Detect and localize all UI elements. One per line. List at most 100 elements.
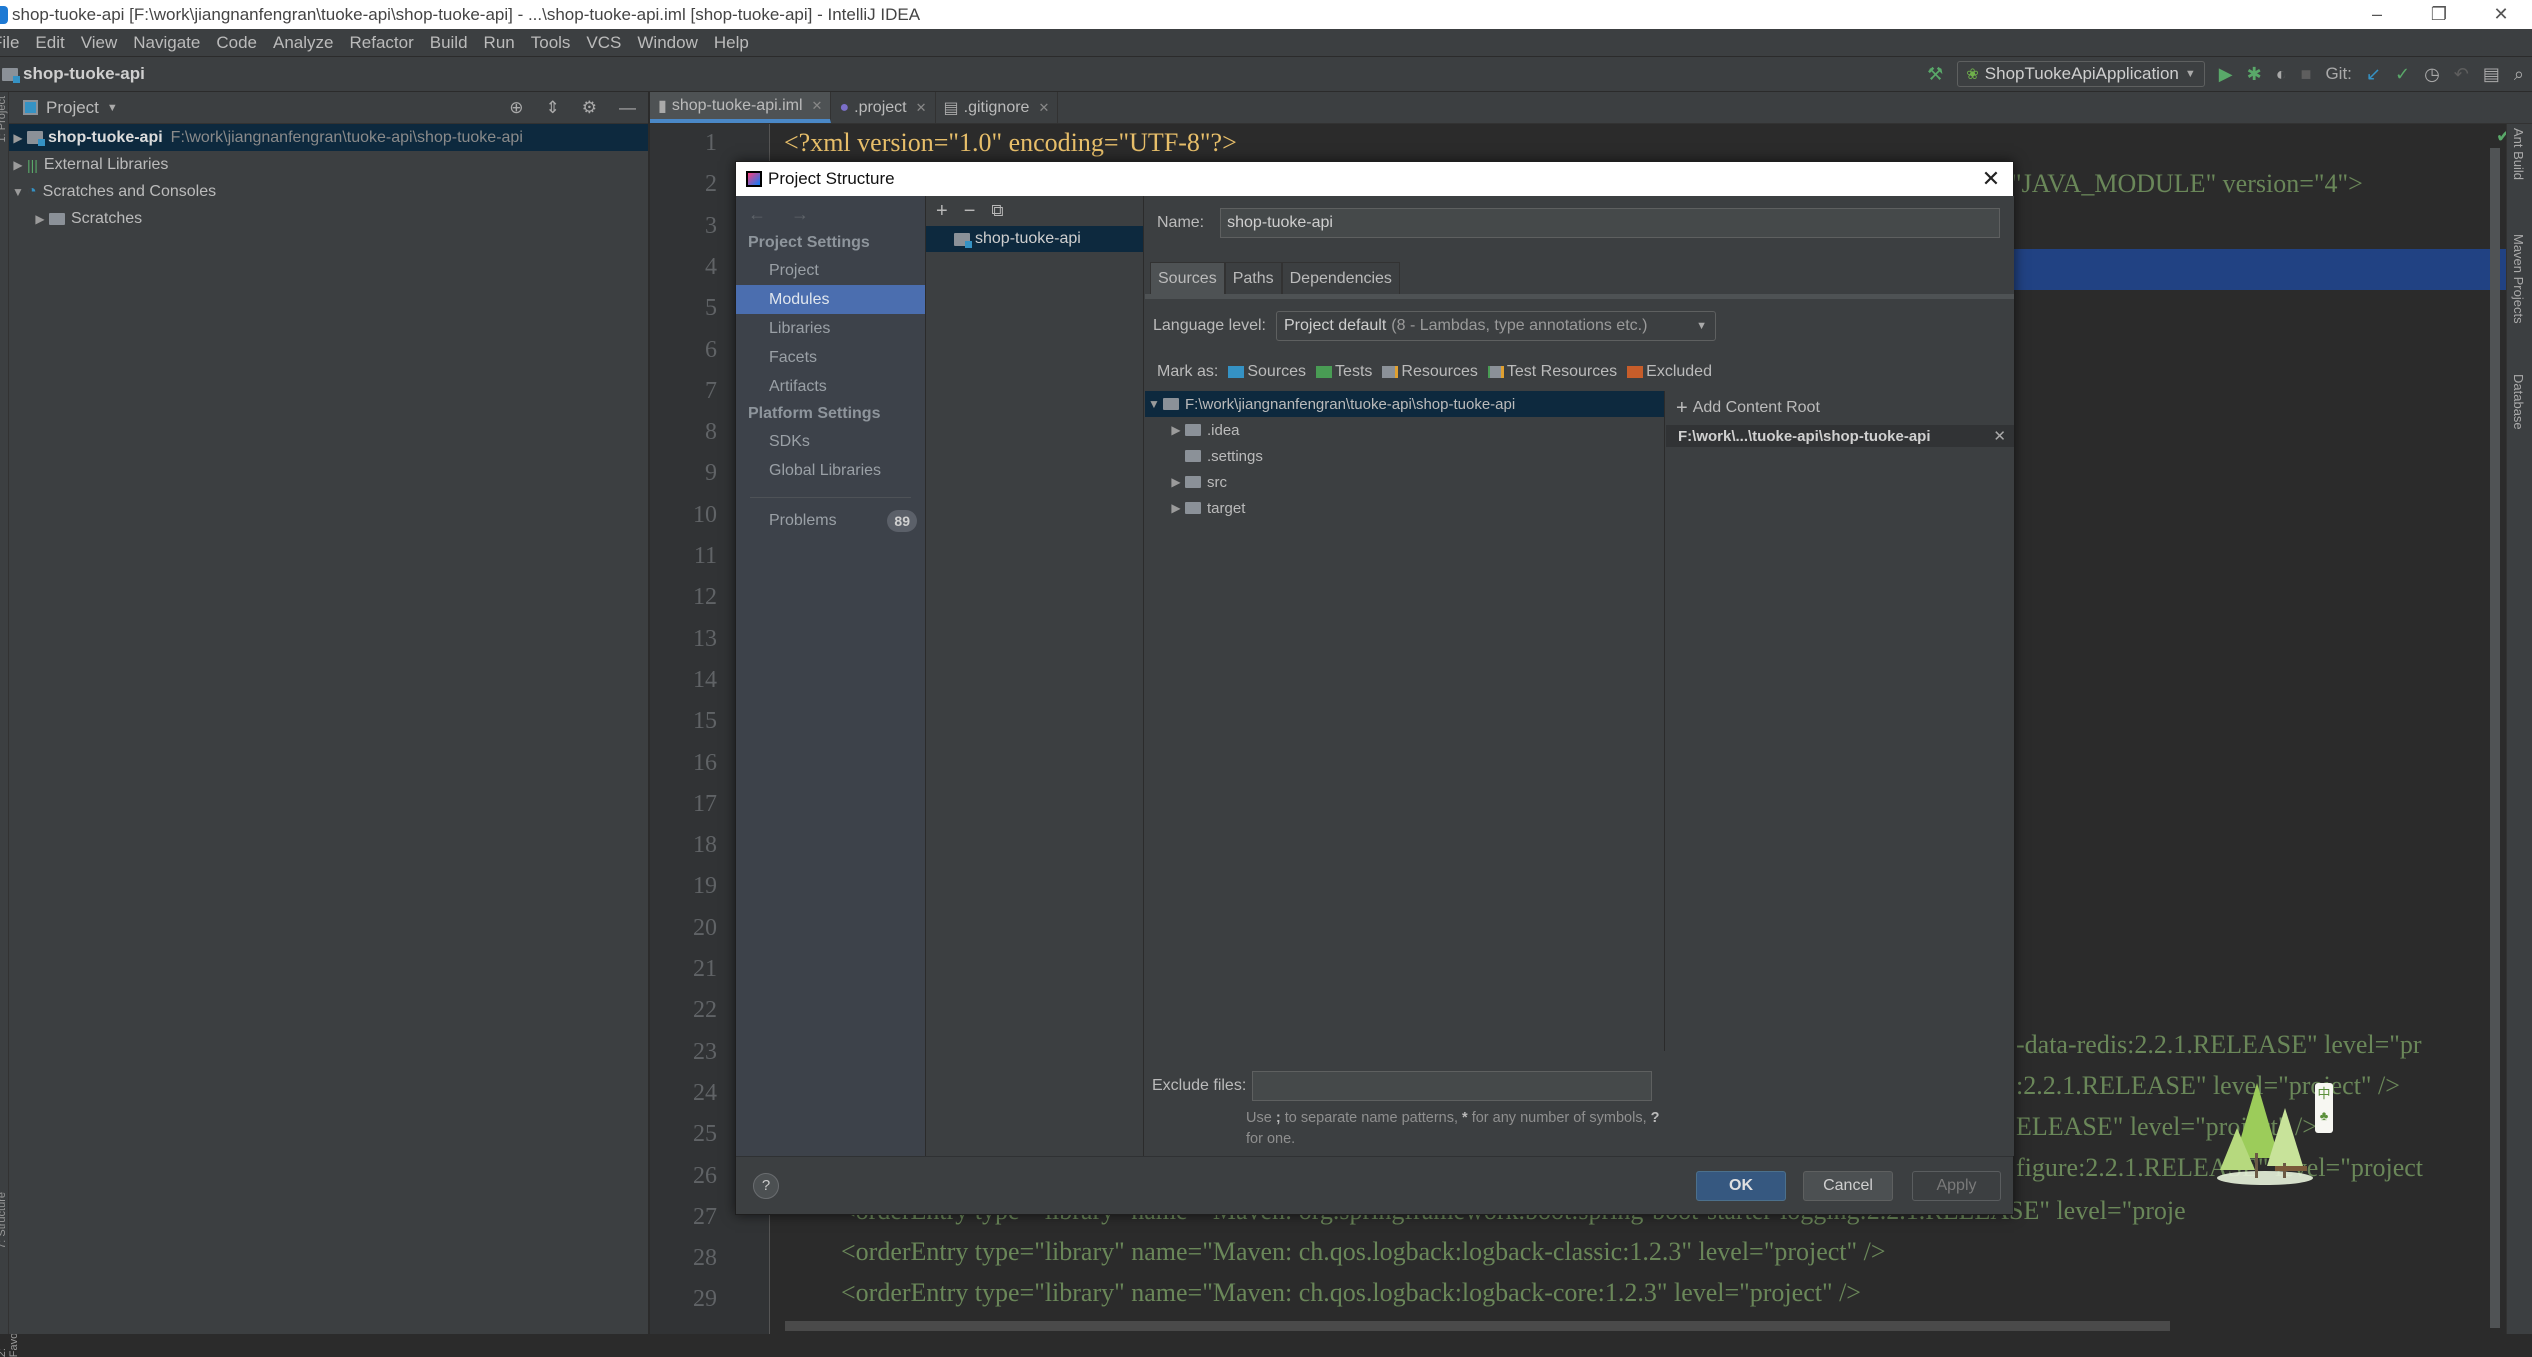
hammer-icon[interactable]: ⚒ — [1927, 65, 1943, 83]
structure-tool-window-button[interactable]: 7: Structure — [0, 1192, 8, 1249]
module-name-input[interactable] — [1220, 208, 2001, 238]
module-item-shop-tuoke-api[interactable]: shop-tuoke-api — [926, 226, 1143, 252]
editor-horizontal-scrollbar[interactable] — [785, 1321, 2170, 1331]
tree-item-scratches-and-consoles[interactable]: ▼ ◔ Scratches and Consoles — [9, 178, 648, 205]
sidebar-item-facets[interactable]: Facets — [736, 343, 925, 372]
project-view-selector[interactable]: Project — [46, 98, 99, 118]
search-icon[interactable]: ⌕ — [2514, 65, 2524, 83]
ant-build-tool-button[interactable]: Ant Build — [2511, 128, 2526, 180]
run-configuration-select[interactable]: ❀ ShopTuokeApiApplication ▼ — [1957, 61, 2205, 87]
cancel-button[interactable]: Cancel — [1803, 1171, 1893, 1201]
project-structure-icon[interactable]: ▤ — [2483, 65, 2500, 83]
menu-refactor[interactable]: Refactor — [349, 33, 413, 53]
menu-file[interactable]: File — [0, 33, 19, 53]
menu-code[interactable]: Code — [216, 33, 257, 53]
menu-tools[interactable]: Tools — [531, 33, 571, 53]
language-level-select[interactable]: Project default (8 - Lambdas, type annot… — [1275, 311, 1716, 341]
sidebar-item-problems[interactable]: Problems 89 — [736, 506, 925, 535]
help-button[interactable]: ? — [753, 1173, 779, 1199]
tab-dependencies[interactable]: Dependencies — [1281, 262, 1400, 294]
collapse-arrow-icon[interactable]: ▼ — [1145, 397, 1163, 411]
close-tab-icon[interactable]: ✕ — [1038, 100, 1049, 116]
database-tool-button[interactable]: Database — [2511, 374, 2526, 430]
expand-arrow-icon[interactable]: ▶ — [1167, 501, 1185, 515]
maximize-button[interactable]: ❐ — [2408, 4, 2470, 25]
expand-arrow-icon[interactable]: ▶ — [9, 158, 27, 172]
close-tab-icon[interactable]: ✕ — [916, 100, 927, 116]
collapse-arrow-icon[interactable]: ▼ — [9, 185, 27, 199]
tree-item-idea[interactable]: ▶ .idea — [1145, 417, 1664, 443]
sidebar-item-libraries[interactable]: Libraries — [736, 314, 925, 343]
content-root-item[interactable]: F:\work\...\tuoke-api\shop-tuoke-api ✕ — [1666, 425, 2014, 447]
collapse-all-icon[interactable]: ⇕ — [546, 98, 560, 118]
rollback-icon[interactable]: ↶ — [2454, 65, 2469, 83]
close-tab-icon[interactable]: ✕ — [812, 98, 823, 114]
sidebar-item-artifacts[interactable]: Artifacts — [736, 372, 925, 401]
chevron-down-icon[interactable]: ▼ — [107, 102, 118, 114]
tree-item-target[interactable]: ▶ target — [1145, 495, 1664, 521]
sidebar-item-sdks[interactable]: SDKs — [736, 427, 925, 456]
tab-project[interactable]: ● .project ✕ — [831, 92, 936, 123]
copy-module-button[interactable]: ⧉ — [991, 201, 1003, 221]
run-icon[interactable]: ▶ — [2219, 65, 2233, 83]
tab-shop-tuoke-api-iml[interactable]: ▮ shop-tuoke-api.iml ✕ — [650, 92, 832, 123]
sidebar-item-project[interactable]: Project — [736, 256, 925, 285]
desktop-mascot-trees[interactable] — [2215, 1078, 2315, 1188]
apply-button[interactable]: Apply — [1912, 1171, 2001, 1201]
menu-analyze[interactable]: Analyze — [273, 33, 333, 53]
expand-arrow-icon[interactable]: ▶ — [1167, 475, 1185, 489]
breadcrumb-project[interactable]: shop-tuoke-api — [23, 64, 145, 84]
forward-arrow-icon[interactable]: → — [791, 204, 819, 224]
sidebar-item-global-libraries[interactable]: Global Libraries — [736, 456, 925, 485]
expand-arrow-icon[interactable]: ▶ — [1167, 423, 1185, 437]
tab-gitignore[interactable]: ▤ .gitignore ✕ — [936, 92, 1059, 123]
mark-as-test-resources-button[interactable]: Test Resources — [1487, 363, 1617, 381]
expand-arrow-icon[interactable]: ▶ — [9, 131, 27, 145]
mark-as-tests-button[interactable]: Tests — [1316, 363, 1372, 381]
git-commit-icon[interactable]: ✓ — [2395, 65, 2410, 83]
tree-item-content-root[interactable]: ▼ F:\work\jiangnanfengran\tuoke-api\shop… — [1145, 391, 1664, 417]
menu-edit[interactable]: Edit — [35, 33, 64, 53]
add-module-button[interactable]: + — [936, 200, 948, 223]
back-arrow-icon[interactable]: ← — [748, 204, 776, 224]
history-icon[interactable]: ◷ — [2424, 65, 2440, 83]
project-tool-window-button[interactable]: 1: Project — [0, 96, 8, 142]
expand-arrow-icon[interactable]: ▶ — [31, 212, 49, 226]
mark-as-excluded-button[interactable]: Excluded — [1627, 363, 1712, 381]
mark-as-sources-button[interactable]: Sources — [1228, 363, 1306, 381]
breadcrumb[interactable]: shop-tuoke-api — [2, 64, 145, 84]
menu-help[interactable]: Help — [714, 33, 749, 53]
ime-indicator[interactable]: 中 ♣ — [2315, 1083, 2333, 1133]
debug-icon[interactable]: ✱ — [2247, 65, 2262, 83]
maven-projects-tool-button[interactable]: Maven Projects — [2511, 234, 2526, 324]
locate-icon[interactable]: ⊕ — [509, 98, 523, 118]
stop-icon[interactable]: ■ — [2301, 65, 2312, 83]
tree-item-shop-tuoke-api[interactable]: ▶ shop-tuoke-api F:\work\jiangnanfengran… — [9, 124, 648, 151]
menu-view[interactable]: View — [81, 33, 118, 53]
git-update-icon[interactable]: ↙ — [2366, 65, 2381, 83]
hide-icon[interactable]: — — [619, 98, 636, 118]
menu-navigate[interactable]: Navigate — [133, 33, 200, 53]
exclude-files-input[interactable] — [1252, 1071, 1653, 1101]
tab-paths[interactable]: Paths — [1224, 262, 1282, 294]
tab-sources[interactable]: Sources — [1150, 262, 1225, 294]
remove-content-root-icon[interactable]: ✕ — [1993, 427, 2006, 445]
close-window-button[interactable]: ✕ — [2470, 4, 2532, 25]
menu-window[interactable]: Window — [637, 33, 697, 53]
menu-run[interactable]: Run — [484, 33, 515, 53]
menu-vcs[interactable]: VCS — [586, 33, 621, 53]
menu-build[interactable]: Build — [430, 33, 468, 53]
close-dialog-button[interactable]: ✕ — [1969, 166, 2013, 192]
coverage-icon[interactable]: ◐ — [2276, 65, 2287, 83]
tree-item-settings[interactable]: .settings — [1145, 443, 1664, 469]
ok-button[interactable]: OK — [1696, 1171, 1786, 1201]
add-content-root-button[interactable]: + Add Content Root — [1666, 391, 2014, 425]
sidebar-item-modules[interactable]: Modules — [736, 285, 925, 314]
tree-item-scratches[interactable]: ▶ Scratches — [9, 205, 648, 232]
tree-item-external-libraries[interactable]: ▶ ||| External Libraries — [9, 151, 648, 178]
gear-icon[interactable]: ⚙ — [582, 98, 597, 118]
minimize-button[interactable]: – — [2346, 4, 2408, 25]
tree-item-src[interactable]: ▶ src — [1145, 469, 1664, 495]
mark-as-resources-button[interactable]: Resources — [1382, 363, 1478, 381]
editor-vertical-scrollbar[interactable] — [2490, 148, 2500, 1328]
